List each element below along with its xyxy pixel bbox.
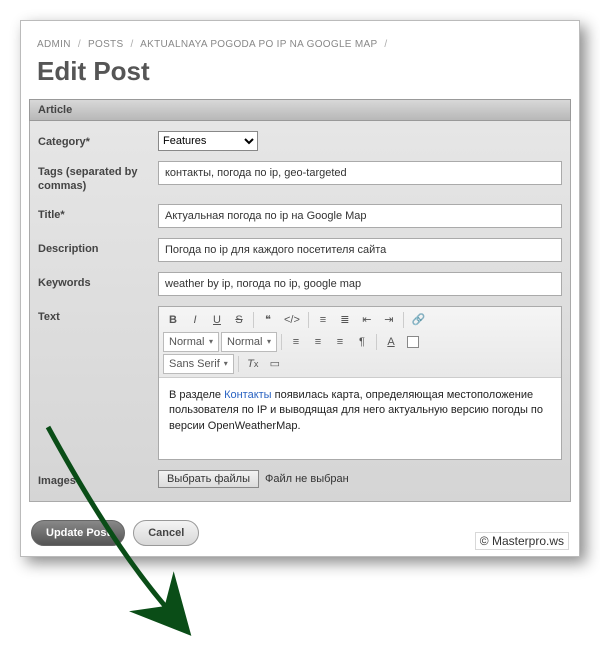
breadcrumb: ADMIN / POSTS / AKTUALNAYA POGODA PO IP … [29, 35, 571, 56]
rich-text-editor: B I U S ❝ </> ≡ ≣ ⇤ ⇥ [158, 306, 562, 461]
tags-input[interactable] [158, 161, 562, 185]
paragraph-icon[interactable]: ¶ [352, 332, 372, 352]
style-select[interactable]: Normal▾ [163, 332, 219, 352]
choose-files-button[interactable]: Выбрать файлы [158, 470, 259, 488]
description-input[interactable] [158, 238, 562, 262]
image-icon[interactable]: ▭ [265, 354, 285, 374]
italic-icon[interactable]: I [185, 310, 205, 330]
font-select[interactable]: Sans Serif▾ [163, 354, 234, 374]
tags-label: Tags (separated by commas) [38, 161, 158, 194]
images-label: Images [38, 470, 158, 489]
description-label: Description [38, 238, 158, 257]
section-header: Article [29, 99, 571, 121]
align-center-icon[interactable]: ≡ [308, 332, 328, 352]
file-status: Файл не выбран [265, 473, 349, 485]
category-label: Category* [38, 131, 158, 150]
form-body: Category* Features Tags (separated by co… [29, 121, 571, 502]
editor-toolbar: B I U S ❝ </> ≡ ≣ ⇤ ⇥ [159, 307, 561, 378]
breadcrumb-item[interactable]: POSTS [88, 39, 123, 50]
breadcrumb-item[interactable]: ADMIN [37, 39, 71, 50]
copyright: © Masterpro.ws [475, 532, 569, 550]
title-label: Title* [38, 204, 158, 223]
title-input[interactable] [158, 204, 562, 228]
content-link[interactable]: Контакты [224, 389, 272, 401]
size-select[interactable]: Normal▾ [221, 332, 277, 352]
text-label: Text [38, 306, 158, 325]
link-icon[interactable]: 🔗 [408, 310, 430, 330]
outdent-icon[interactable]: ⇤ [357, 310, 377, 330]
cancel-button[interactable]: Cancel [133, 520, 199, 546]
text-color-icon[interactable]: A [381, 332, 401, 352]
keywords-label: Keywords [38, 272, 158, 291]
code-icon[interactable]: </> [280, 310, 304, 330]
bold-icon[interactable]: B [163, 310, 183, 330]
ordered-list-icon[interactable]: ≡ [313, 310, 333, 330]
page-title: Edit Post [29, 56, 571, 87]
indent-icon[interactable]: ⇥ [379, 310, 399, 330]
category-select[interactable]: Features [158, 131, 258, 151]
update-post-button[interactable]: Update Post [31, 520, 125, 546]
align-right-icon[interactable]: ≡ [330, 332, 350, 352]
align-left-icon[interactable]: ≡ [286, 332, 306, 352]
editor-content[interactable]: В разделе Контакты появилась карта, опре… [159, 378, 561, 460]
underline-icon[interactable]: U [207, 310, 227, 330]
quote-icon[interactable]: ❝ [258, 310, 278, 330]
strike-icon[interactable]: S [229, 310, 249, 330]
bg-color-icon[interactable] [403, 332, 423, 352]
clear-format-icon[interactable]: Tx [243, 354, 263, 374]
unordered-list-icon[interactable]: ≣ [335, 310, 355, 330]
breadcrumb-item[interactable]: AKTUALNAYA POGODA PO IP NA GOOGLE MAP [140, 39, 377, 50]
keywords-input[interactable] [158, 272, 562, 296]
